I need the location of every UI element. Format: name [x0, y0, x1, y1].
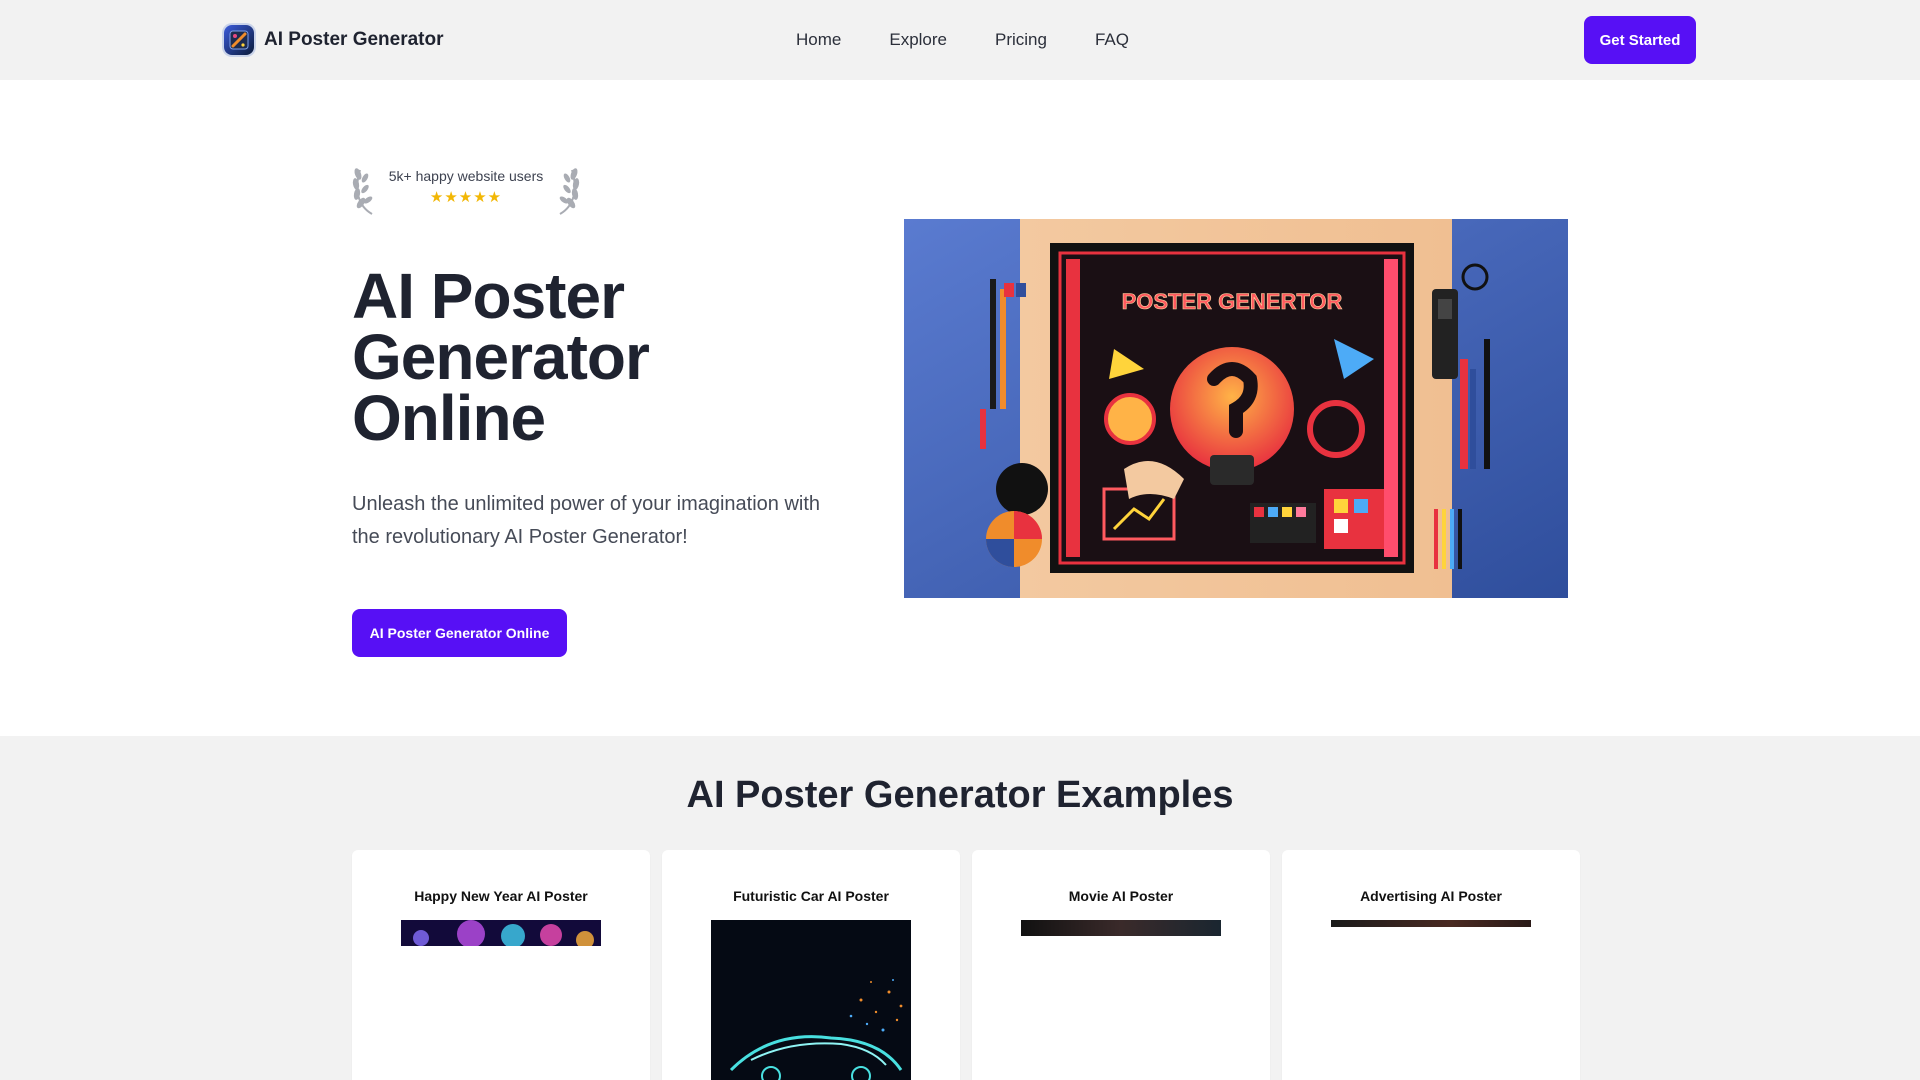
user-rating-badge: 5k+ happy website users ★★★★★ [350, 160, 582, 216]
example-card-futuristic-car[interactable]: Futuristic Car AI Poster [662, 850, 960, 1080]
badge-text: 5k+ happy website users [388, 168, 544, 184]
card-title: Futuristic Car AI Poster [733, 888, 889, 904]
hero-section: 5k+ happy website users ★★★★★ AI Poster … [0, 80, 1920, 736]
advertising-poster-image [1331, 920, 1531, 927]
brand-link[interactable]: AI Poster Generator [224, 23, 444, 57]
card-title: Advertising AI Poster [1360, 888, 1502, 904]
example-card-advertising[interactable]: Advertising AI Poster [1282, 850, 1580, 1080]
card-title: Happy New Year AI Poster [414, 888, 588, 904]
examples-section: AI Poster Generator Examples Happy New Y… [0, 736, 1920, 1080]
example-card-movie[interactable]: Movie AI Poster [972, 850, 1270, 1080]
top-navbar: AI Poster Generator Home Explore Pricing… [0, 0, 1920, 80]
nav-link-explore[interactable]: Explore [889, 28, 947, 52]
five-star-rating-icon: ★★★★★ [429, 189, 503, 206]
poster-image-text: POSTER GENERTOR [1122, 289, 1343, 314]
nav-link-faq[interactable]: FAQ [1095, 28, 1129, 52]
nav-link-home[interactable]: Home [796, 28, 841, 52]
get-started-button[interactable]: Get Started [1584, 16, 1696, 64]
examples-title: AI Poster Generator Examples [686, 774, 1234, 816]
app-logo-icon [224, 25, 254, 55]
hero-cta-button[interactable]: AI Poster Generator Online [352, 609, 567, 657]
hero-poster-image: POSTER GENERTOR [904, 219, 1568, 598]
main-nav: Home Explore Pricing FAQ [796, 28, 1129, 52]
hero-subtitle: Unleash the unlimited power of your imag… [352, 493, 821, 548]
card-title: Movie AI Poster [1068, 888, 1174, 904]
movie-poster-image [1021, 920, 1221, 936]
laurel-right-icon [559, 168, 580, 215]
example-card-new-year[interactable]: Happy New Year AI Poster [352, 850, 650, 1080]
futuristic-car-poster-image [711, 920, 911, 1080]
new-year-poster-image [401, 920, 601, 946]
brand-name: AI Poster Generator [264, 29, 444, 50]
nav-link-pricing[interactable]: Pricing [995, 28, 1047, 52]
examples-card-list: Happy New Year AI Poster Futuristic Car … [352, 850, 1580, 1080]
hero-title: AI Poster Generator Online [352, 260, 650, 454]
laurel-left-icon [352, 168, 373, 215]
